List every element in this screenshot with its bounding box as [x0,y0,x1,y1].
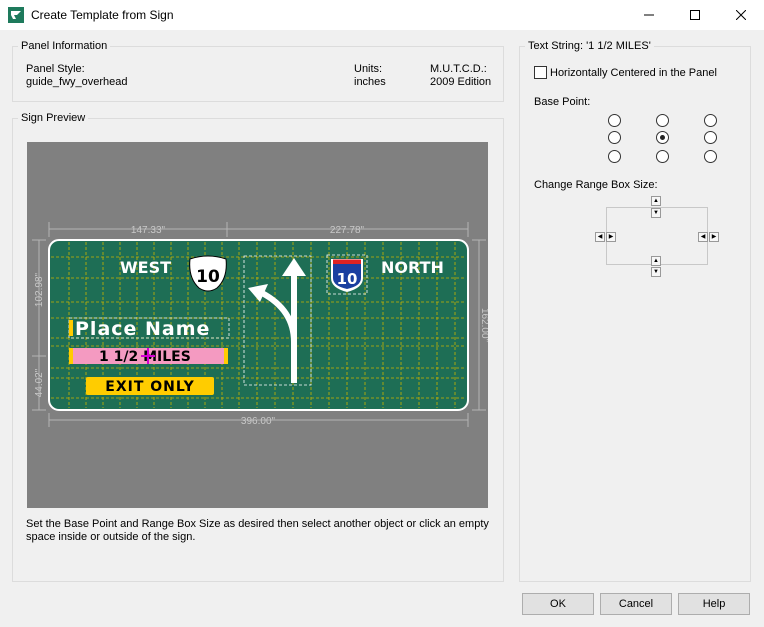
minimize-icon [644,14,654,16]
window-title: Create Template from Sign [31,8,174,22]
range-right-left-button[interactable]: ◀ [698,232,708,242]
distance-left-marker [69,348,73,364]
units-label: Units: [354,63,383,75]
sign-text-place-name[interactable]: Place Name [75,318,210,340]
sign-text-north[interactable]: NORTH [381,258,444,277]
range-right-right-button[interactable]: ▶ [709,232,719,242]
interstate-number: 10 [337,270,358,288]
range-left-left-button[interactable]: ◀ [595,232,605,242]
base-point-top-right[interactable] [704,114,717,127]
help-button[interactable]: Help [678,593,750,615]
dimension-top-left: 147.33" [131,225,166,236]
dimension-top-right: 227.78" [330,225,365,236]
triangle-right-icon: ▶ [608,234,614,240]
base-point-middle-left[interactable] [608,131,621,144]
panel-information-title: Panel Information [18,40,111,52]
maximize-button[interactable] [672,0,718,30]
place-name-marker [69,320,73,336]
range-top-down-button[interactable]: ▼ [651,208,661,218]
base-point-bottom-left[interactable] [608,150,621,163]
title-bar: Create Template from Sign [0,0,764,30]
text-string-title: Text String: '1 1/2 MILES' [525,40,654,52]
triangle-up-icon: ▲ [653,198,659,204]
us-route-number: 10 [196,267,220,287]
mutcd-value: 2009 Edition [430,76,492,88]
range-box-label: Change Range Box Size: [534,179,658,191]
panel-style-label: Panel Style: [26,63,85,75]
range-top-up-button[interactable]: ▲ [651,196,661,206]
minimize-button[interactable] [626,0,672,30]
sign-drawing[interactable]: 147.33" 227.78" 396.00" 102.98" 44.02" 1… [27,142,490,508]
dimension-right: 162.00" [479,308,488,343]
ok-button[interactable]: OK [522,593,594,615]
triangle-down-icon: ▼ [653,210,659,216]
sign-text-west[interactable]: WEST [120,258,171,277]
range-bottom-down-button[interactable]: ▼ [651,267,661,277]
dimension-left-bottom: 44.02" [34,368,45,397]
close-button[interactable] [718,0,764,30]
range-bottom-up-button[interactable]: ▲ [651,256,661,266]
base-point-center[interactable] [656,131,669,144]
range-left-right-button[interactable]: ▶ [606,232,616,242]
dimension-left-top: 102.98" [34,272,45,307]
close-icon [736,10,746,20]
app-icon [8,7,24,23]
maximize-icon [690,10,700,20]
distance-right-marker [224,348,228,364]
sign-text-exit-only: EXIT ONLY [105,379,195,395]
triangle-right-icon: ▶ [711,234,717,240]
base-point-top-left[interactable] [608,114,621,127]
base-point-label: Base Point: [534,96,591,108]
mutcd-label: M.U.T.C.D.: [430,63,487,75]
sign-preview-canvas[interactable]: 147.33" 227.78" 396.00" 102.98" 44.02" 1… [27,142,490,508]
base-point-bottom-center[interactable] [656,150,669,163]
base-point-middle-right[interactable] [704,131,717,144]
base-point-top-center[interactable] [656,114,669,127]
horizontally-centered-checkbox[interactable] [534,66,547,79]
triangle-left-icon: ◀ [597,234,603,240]
horizontally-centered-label[interactable]: Horizontally Centered in the Panel [550,67,717,80]
cancel-button[interactable]: Cancel [600,593,672,615]
panel-style-value: guide_fwy_overhead [26,76,128,88]
instructions-text: Set the Base Point and Range Box Size as… [26,518,489,543]
triangle-up-icon: ▲ [653,258,659,264]
text-string-group [519,46,751,582]
triangle-down-icon: ▼ [653,269,659,275]
sign-preview-title: Sign Preview [18,112,89,124]
units-value: inches [354,76,386,88]
dimension-bottom: 396.00" [241,416,276,427]
base-point-bottom-right[interactable] [704,150,717,163]
triangle-left-icon: ◀ [700,234,706,240]
